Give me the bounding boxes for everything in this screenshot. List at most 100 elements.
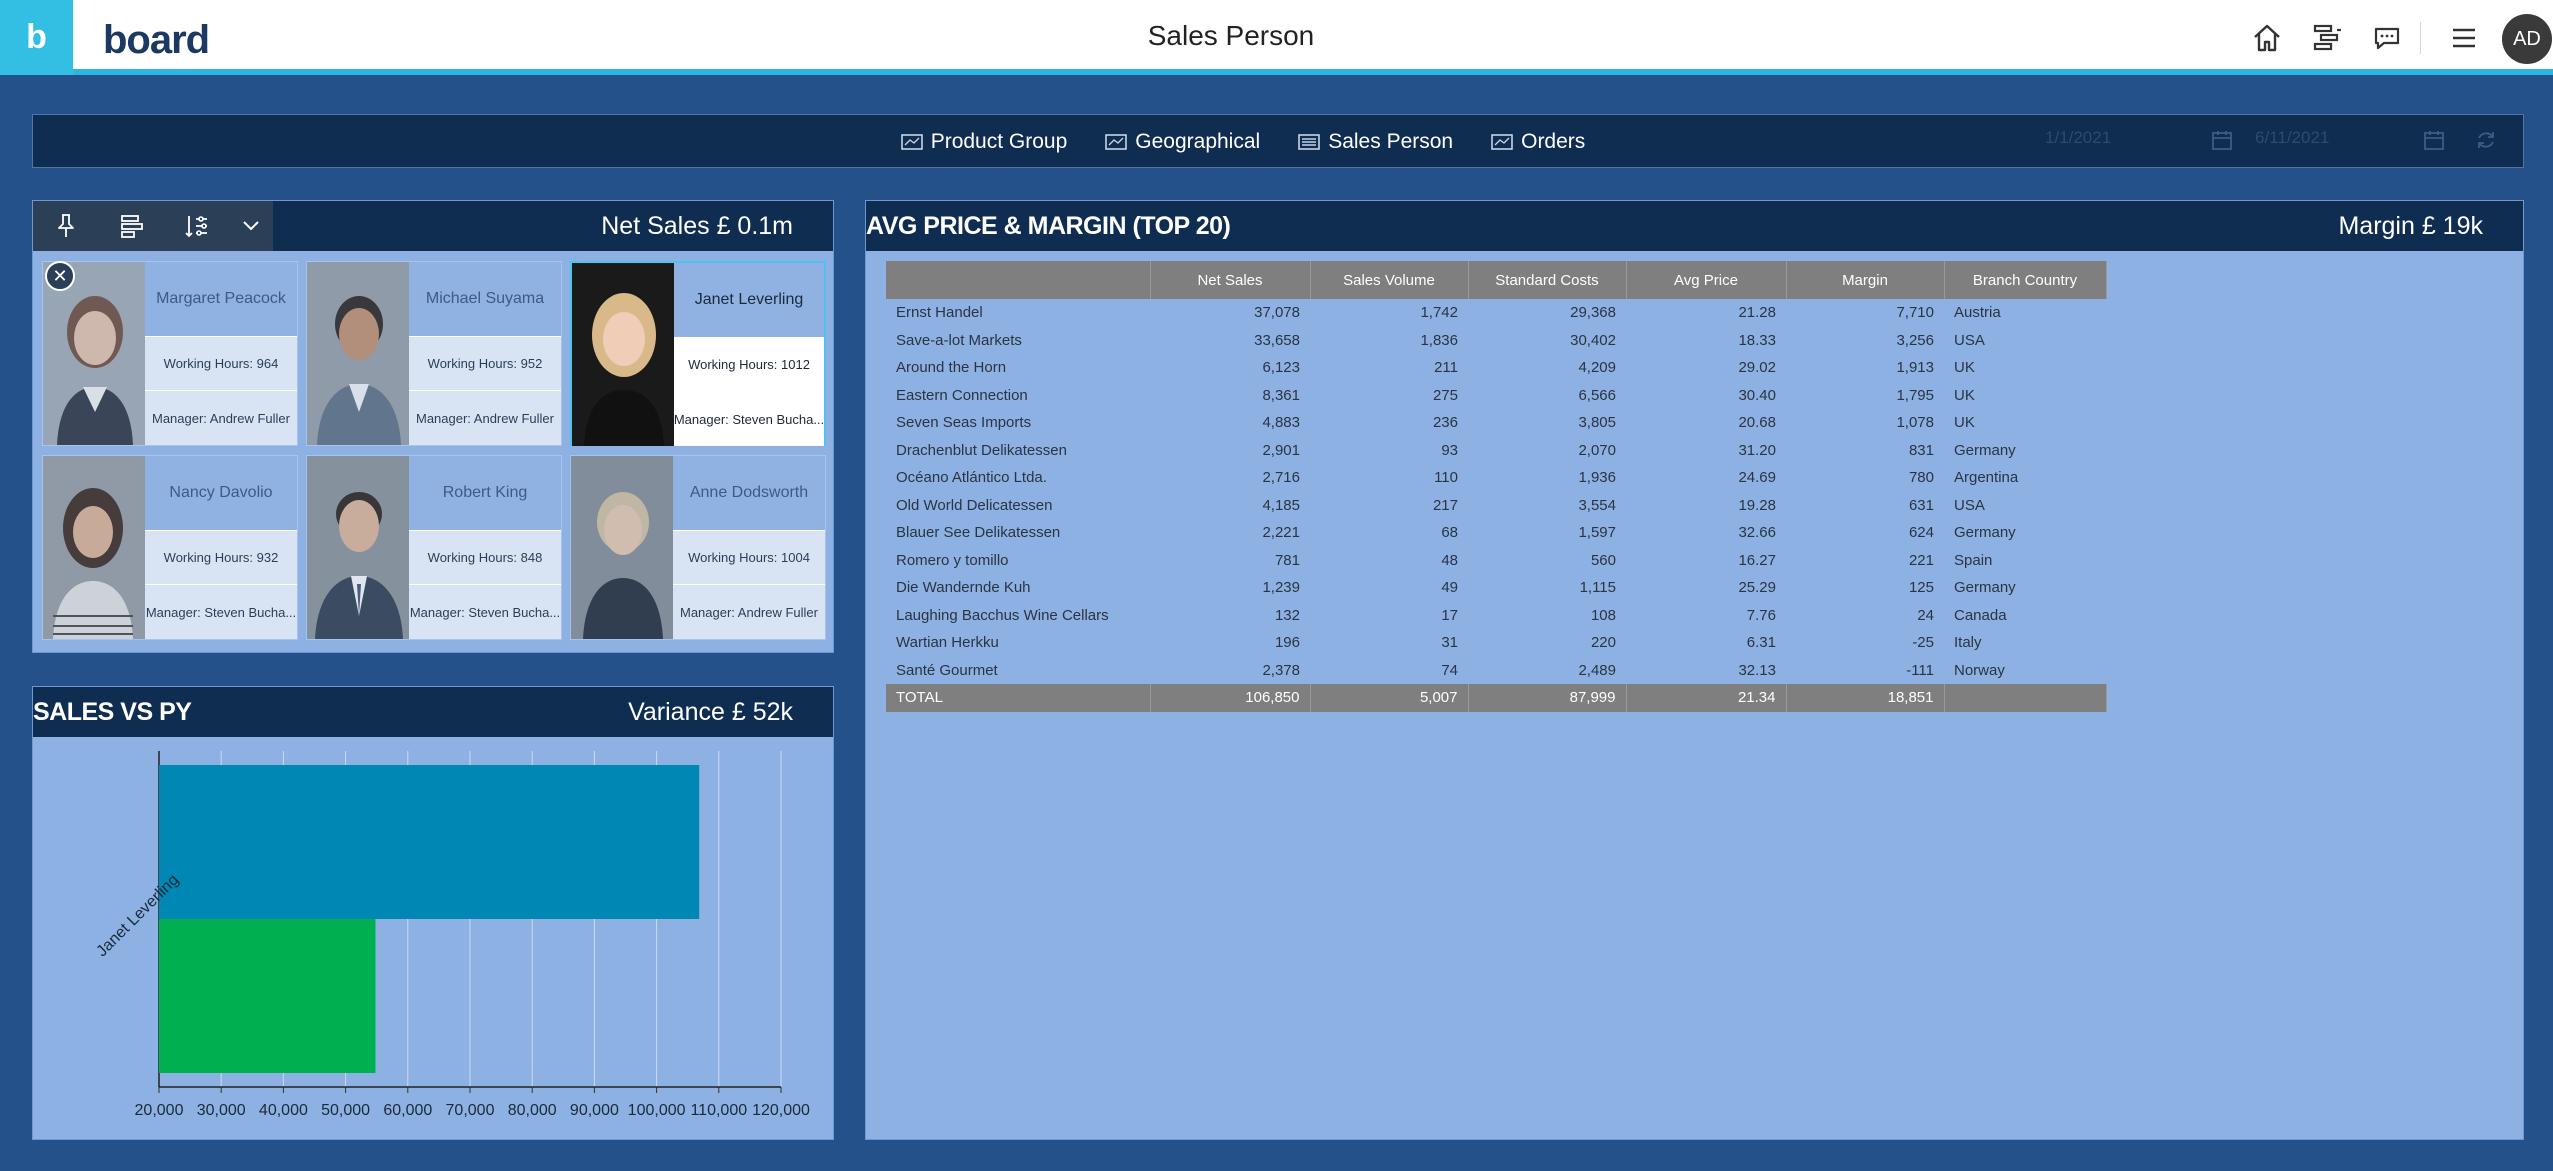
- tab-orders[interactable]: Orders: [1491, 130, 1585, 154]
- table-cell: 2,901: [1262, 441, 1300, 459]
- column-header[interactable]: Margin: [1786, 261, 1945, 299]
- table-row[interactable]: Blauer See Delikatessen 2,221 68 1,597 32.66…: [886, 519, 2106, 547]
- table-cell: 48: [1441, 551, 1458, 569]
- person-photo: [572, 263, 674, 446]
- column-header[interactable]: Branch Country: [1944, 261, 2107, 299]
- bar-series-0[interactable]: [159, 765, 700, 919]
- table-cell: 16.27: [1738, 551, 1776, 569]
- panel-header: AVG PRICE & MARGIN (TOP 20) Margin £ 19k: [866, 201, 2523, 251]
- top-bar-divider: [2420, 22, 2421, 54]
- table-cell: Germany: [1954, 524, 2016, 542]
- calendar-icon[interactable]: [2423, 129, 2445, 156]
- tab-label: Orders: [1521, 130, 1586, 153]
- panel-header: SALES VS PY Variance £ 52k: [33, 687, 833, 737]
- total-cell: 87,999: [1468, 684, 1627, 712]
- table-row[interactable]: Old World Delicatessen 4,185 217 3,554 19.28…: [886, 492, 2106, 520]
- refresh-icon[interactable]: [2475, 129, 2497, 156]
- table-cell: UK: [1954, 359, 1975, 377]
- person-card-selected[interactable]: Janet Leverling Working Hours: 1012 Mana…: [570, 261, 826, 446]
- table-row[interactable]: Laughing Bacchus Wine Cellars 132 17 108 7.7…: [886, 602, 2106, 630]
- clear-selection-button[interactable]: ✕: [45, 261, 75, 291]
- table-cell: 30,402: [1570, 331, 1616, 349]
- table-row[interactable]: Save-a-lot Markets 33,658 1,836 30,402 18.33…: [886, 327, 2106, 355]
- person-card[interactable]: Nancy Davolio Working Hours: 932 Manager…: [42, 455, 298, 640]
- sort-button[interactable]: [163, 201, 228, 251]
- person-photo: [307, 456, 409, 639]
- table-row[interactable]: Ernst Handel 37,078 1,742 29,368 21.28 7,710 A…: [886, 299, 2106, 327]
- more-options-button[interactable]: [228, 201, 273, 251]
- table-cell: Italy: [1954, 634, 1982, 652]
- total-cell: [1944, 684, 2107, 712]
- table-cell: 7,710: [1896, 304, 1934, 322]
- top-bar: b board Sales Person AD: [0, 0, 2553, 75]
- net-sales-kpi: Net Sales £ 0.1m: [601, 212, 793, 240]
- table-cell: 8,361: [1262, 386, 1300, 404]
- screen-tabs: Product Group Geographical Sales Person …: [33, 115, 2523, 169]
- pin-icon: [57, 214, 74, 237]
- table-cell: 275: [1432, 386, 1458, 404]
- date-from-field[interactable]: 1/1/2021: [2045, 128, 2111, 148]
- table-row[interactable]: Wartian Herkku 196 31 220 6.31 -25 Italy: [886, 629, 2106, 657]
- total-cell: 18,851: [1786, 684, 1945, 712]
- table-cell: Canada: [1954, 606, 2007, 624]
- avg-price-margin-panel: AVG PRICE & MARGIN (TOP 20) Margin £ 19k…: [865, 200, 2524, 1140]
- x-tick-label: 70,000: [446, 1102, 495, 1119]
- chat-icon[interactable]: [2367, 18, 2407, 58]
- table-row[interactable]: Drachenblut Delikatessen 2,901 93 2,070 31.2…: [886, 437, 2106, 465]
- table-cell: USA: [1954, 331, 1985, 349]
- person-card[interactable]: Michael Suyama Working Hours: 952 Manage…: [306, 261, 562, 446]
- tab-sales-person[interactable]: Sales Person: [1298, 130, 1453, 154]
- table-row[interactable]: Romero y tomillo 781 48 560 16.27 221 Spain: [886, 547, 2106, 575]
- person-hours: Working Hours: 848: [409, 530, 561, 584]
- align-button[interactable]: [98, 201, 163, 251]
- table-cell: 32.66: [1738, 524, 1776, 542]
- navigation-tree-icon[interactable]: [2307, 18, 2347, 58]
- pin-button[interactable]: [33, 201, 98, 251]
- avatar[interactable]: AD: [2502, 14, 2552, 64]
- table-cell: -111: [1906, 661, 1934, 679]
- tab-geographical[interactable]: Geographical: [1105, 130, 1260, 154]
- table-cell: 781: [1274, 551, 1300, 569]
- customer-cell: Die Wandernde Kuh: [896, 579, 1031, 597]
- person-card[interactable]: Anne Dodsworth Working Hours: 1004 Manag…: [570, 455, 826, 640]
- person-hours: Working Hours: 952: [409, 336, 561, 390]
- column-header[interactable]: Net Sales: [1150, 261, 1311, 299]
- x-tick-label: 90,000: [570, 1102, 619, 1119]
- table-cell: 1,795: [1896, 386, 1934, 404]
- customer-cell: Wartian Herkku: [896, 634, 999, 652]
- date-to-field[interactable]: 6/11/2021: [2255, 128, 2329, 148]
- bar-series-1[interactable]: [159, 919, 376, 1073]
- column-header[interactable]: Avg Price: [1626, 261, 1787, 299]
- table-row[interactable]: Around the Horn 6,123 211 4,209 29.02 1,913 UK: [886, 354, 2106, 382]
- customer-cell: Drachenblut Delikatessen: [896, 441, 1067, 459]
- table-row[interactable]: Seven Seas Imports 4,883 236 3,805 20.68 1,07…: [886, 409, 2106, 437]
- table-row[interactable]: Santé Gourmet 2,378 74 2,489 32.13 -111 Norway: [886, 657, 2106, 685]
- calendar-icon[interactable]: [2211, 129, 2233, 156]
- table-cell: 33,658: [1254, 331, 1300, 349]
- home-icon[interactable]: [2247, 18, 2287, 58]
- menu-icon[interactable]: [2444, 18, 2484, 58]
- table-row[interactable]: Océano Atlántico Ltda. 2,716 110 1,936 24.69…: [886, 464, 2106, 492]
- person-manager: Manager: Andrew Fuller: [145, 390, 297, 445]
- column-header[interactable]: Sales Volume: [1310, 261, 1469, 299]
- table-row[interactable]: Eastern Connection 8,361 275 6,566 30.40 1,79…: [886, 382, 2106, 410]
- sort-filter-icon: [184, 216, 207, 238]
- x-tick-label: 20,000: [135, 1102, 184, 1119]
- table-cell: 831: [1908, 441, 1934, 459]
- table-cell: Spain: [1954, 551, 1993, 569]
- tab-product-group[interactable]: Product Group: [900, 130, 1068, 154]
- column-header[interactable]: [886, 261, 1151, 299]
- object-toolbar: [33, 201, 273, 251]
- person-card[interactable]: Margaret Peacock Working Hours: 964 Mana…: [42, 261, 298, 446]
- screen-icon: [1491, 134, 1513, 150]
- table-row[interactable]: Die Wandernde Kuh 1,239 49 1,115 25.29 125 Ger…: [886, 574, 2106, 602]
- table-cell: 4,185: [1262, 496, 1300, 514]
- table-cell: 18.33: [1738, 331, 1776, 349]
- panel-header: S Net Sales £ 0.1m: [33, 201, 833, 251]
- table-header-row: Net Sales Sales Volume Standard Costs Av…: [886, 261, 2107, 299]
- table-cell: 780: [1908, 469, 1934, 487]
- tab-label: Product Group: [930, 130, 1068, 153]
- column-header[interactable]: Standard Costs: [1468, 261, 1627, 299]
- person-card[interactable]: Robert King Working Hours: 848 Manager: …: [306, 455, 562, 640]
- sales-vs-py-chart: 20,000 30,000 40,000 50,000 60,000 70,000 80,0…: [93, 751, 810, 1119]
